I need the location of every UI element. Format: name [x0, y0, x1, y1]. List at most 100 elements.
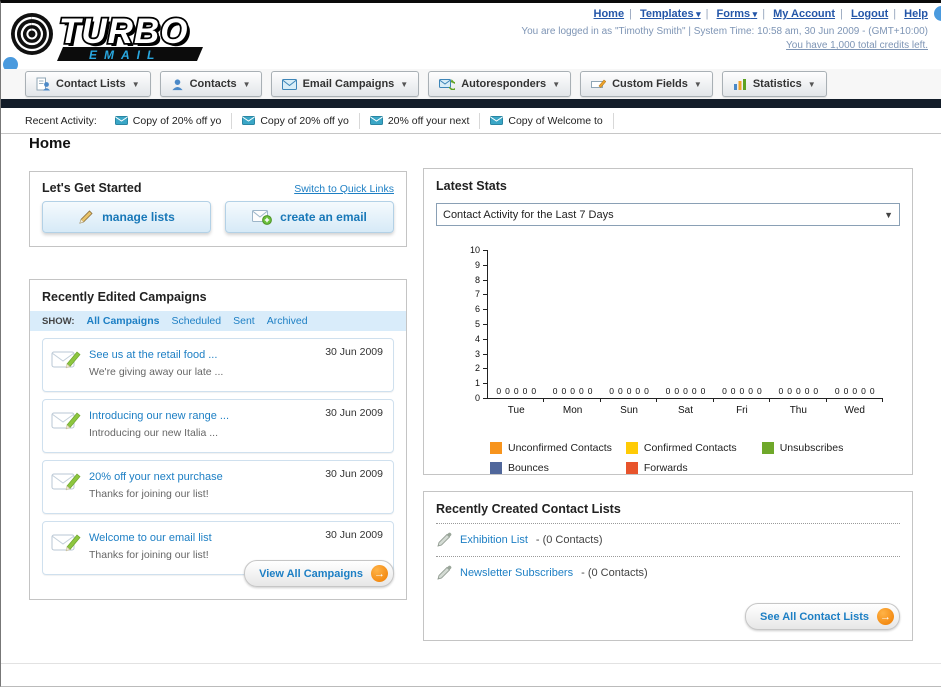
envelope-icon — [114, 116, 128, 125]
pencil-icon — [79, 210, 93, 224]
campaign-title-link[interactable]: Introducing our new range ... — [89, 410, 229, 422]
nav-tab-statistics[interactable]: Statistics ▼ — [721, 71, 827, 97]
x-axis-label: Wed — [844, 405, 865, 416]
chart-value-label: 0 — [665, 386, 671, 396]
manage-lists-button[interactable]: manage lists — [42, 201, 211, 233]
campaign-title-link[interactable]: See us at the retail food ... — [89, 349, 217, 361]
get-started-title: Let's Get Started — [42, 181, 142, 195]
campaign-date: 30 Jun 2009 — [325, 529, 383, 541]
campaign-subtitle: We're giving away our late ... — [89, 366, 224, 378]
legend-item: Bounces — [490, 462, 626, 474]
contact-list-link[interactable]: Newsletter Subscribers — [460, 567, 573, 579]
recent-activity-item[interactable]: Copy of 20% off yo — [232, 112, 360, 129]
view-all-campaigns-button[interactable]: View All Campaigns → — [244, 560, 394, 587]
chart-value-labels: 00000 — [488, 386, 544, 396]
legend-label: Unconfirmed Contacts — [508, 442, 612, 454]
chart-groups: 0 0 0 0 0 Tue 0 0 0 0 0 Mon 0 0 0 0 0 Sun 0 0 0 0 0 Sat 0 0 0 0 0 Fri… — [488, 250, 884, 416]
main-nav: Contact Lists ▼ Contacts ▼ Email Campaigns… — [1, 69, 941, 99]
y-axis-label: 0 — [474, 393, 480, 403]
top-nav: Home | Templates | Forms | My Account | Logo… — [594, 8, 929, 20]
nav-tab-contact-lists[interactable]: Contact Lists ▼ — [25, 71, 151, 97]
app-logo[interactable]: TURBO TURBO EMAIL — [7, 7, 272, 68]
campaign-row: See us at the retail food ... We're givi… — [42, 338, 394, 392]
contact-list-count: - (0 Contacts) — [581, 567, 648, 579]
contact-list-row: Newsletter Subscribers - (0 Contacts) — [424, 557, 912, 589]
turbo-logo-graphic: TURBO TURBO EMAIL — [11, 10, 203, 62]
campaign-title-link[interactable]: 20% off your next purchase — [89, 471, 223, 483]
tab-scheduled[interactable]: Scheduled — [171, 315, 221, 327]
chart-value-label: 0 — [739, 386, 745, 396]
chart-value-label: 0 — [700, 386, 706, 396]
chart-value-label: 0 — [813, 386, 819, 396]
y-axis-label: 10 — [469, 245, 480, 255]
nav-accent-bar — [1, 99, 941, 108]
recent-activity-item[interactable]: Copy of Welcome to — [480, 112, 614, 129]
chart-value-label: 0 — [778, 386, 784, 396]
create-email-button[interactable]: create an email — [225, 201, 394, 233]
top-nav-forms[interactable]: Forms — [717, 8, 758, 20]
nav-tab-email-campaigns[interactable]: Email Campaigns ▼ — [270, 71, 420, 97]
chart-value-label: 0 — [787, 386, 792, 396]
chart-value-label: 0 — [748, 386, 753, 396]
envelope-icon — [490, 116, 504, 125]
chart-value-label: 0 — [674, 386, 680, 396]
chart-plot-area: 0 0 0 0 0 Tue 0 0 0 0 0 Mon 0 0 0 0 0 Sun 0 0 0 0 0 Sat 0 0 0 0 0 Fri… — [487, 250, 884, 416]
contact-list-link[interactable]: Exhibition List — [460, 534, 528, 546]
legend-item: Confirmed Contacts — [625, 442, 762, 454]
top-nav-logout[interactable]: Logout — [851, 8, 888, 20]
stats-panel-title: Latest Stats — [436, 179, 507, 193]
legend-label: Bounces — [508, 462, 549, 474]
chart-value-label: 0 — [861, 386, 866, 396]
logo-subtext: EMAIL — [89, 48, 161, 62]
chevron-down-icon: ▼ — [552, 79, 561, 89]
campaigns-filter-tabs: SHOW: All Campaigns Scheduled Sent Archi… — [30, 311, 406, 331]
chart-value-label: 0 — [795, 386, 801, 396]
nav-tab-label: Statistics — [752, 78, 802, 90]
chart-value-labels: 00000 — [770, 386, 826, 396]
campaign-title-link[interactable]: Welcome to our email list — [89, 532, 212, 544]
top-nav-help[interactable]: Help — [904, 8, 928, 20]
chart-day-group: 0 0 0 0 0 Sun — [601, 250, 658, 416]
chart-value-labels: 00000 — [657, 386, 713, 396]
chart-value-label: 0 — [522, 386, 528, 396]
logo-text: TURBO — [59, 12, 188, 51]
x-axis-label: Tue — [507, 405, 525, 416]
top-nav-my-account[interactable]: My Account — [773, 8, 835, 20]
switch-quick-links-link[interactable]: Switch to Quick Links — [294, 183, 394, 195]
campaign-edit-icon — [51, 468, 81, 499]
nav-tab-autoresponders[interactable]: Autoresponders ▼ — [428, 71, 572, 97]
contact-list-icon — [36, 77, 50, 91]
chart-legend: Unconfirmed Contacts Confirmed Contacts Un… — [490, 442, 898, 474]
chart-value-label: 0 — [869, 386, 875, 396]
recent-activity-text: Copy of 20% off yo — [132, 114, 222, 127]
nav-tab-contacts[interactable]: Contacts ▼ — [159, 71, 262, 97]
view-all-campaigns-label: View All Campaigns — [259, 567, 363, 580]
chart-value-label: 0 — [496, 386, 502, 396]
stats-range-dropdown[interactable]: Contact Activity for the Last 7 Days ▼ — [436, 203, 900, 226]
recent-activity-bar: Recent Activity: Copy of 20% off yo Copy… — [1, 108, 941, 134]
tab-all-campaigns[interactable]: All Campaigns — [87, 315, 160, 327]
campaign-date: 30 Jun 2009 — [325, 346, 383, 358]
campaign-subtitle: Introducing our new Italia ... — [89, 427, 218, 439]
divider: | — [629, 8, 632, 20]
legend-item: Unconfirmed Contacts — [490, 442, 626, 454]
recent-activity-item[interactable]: Copy of 20% off yo — [105, 112, 233, 129]
tab-sent[interactable]: Sent — [233, 315, 255, 327]
tab-archived[interactable]: Archived — [267, 315, 308, 327]
chart-value-label: 0 — [609, 386, 614, 396]
contact-activity-chart: 0 1 2 3 4 5 6 7 8 9 10 0 0 0 0 0 Tue 0 0 0 0 0 Mon 0 0 0 0 0 Sun 0 0 0… — [432, 240, 904, 428]
chart-value-labels: 00000 — [601, 386, 657, 396]
y-axis-label: 1 — [474, 378, 480, 389]
autoresponders-icon — [439, 79, 456, 90]
see-all-contact-lists-button[interactable]: See All Contact Lists → — [744, 603, 900, 630]
legend-label: Forwards — [643, 462, 688, 474]
divider: | — [840, 8, 843, 20]
legend-swatch — [625, 442, 638, 454]
campaign-subtitle: Thanks for joining our list! — [89, 488, 209, 500]
chart-day-group: 0 0 0 0 0 Fri — [714, 250, 771, 416]
chart-value-labels: 00000 — [827, 386, 883, 396]
recent-activity-item[interactable]: 20% off your next — [360, 112, 481, 129]
nav-tab-custom-fields[interactable]: Custom Fields ▼ — [580, 71, 713, 97]
top-nav-templates[interactable]: Templates — [640, 8, 701, 20]
top-nav-home[interactable]: Home — [594, 8, 625, 20]
